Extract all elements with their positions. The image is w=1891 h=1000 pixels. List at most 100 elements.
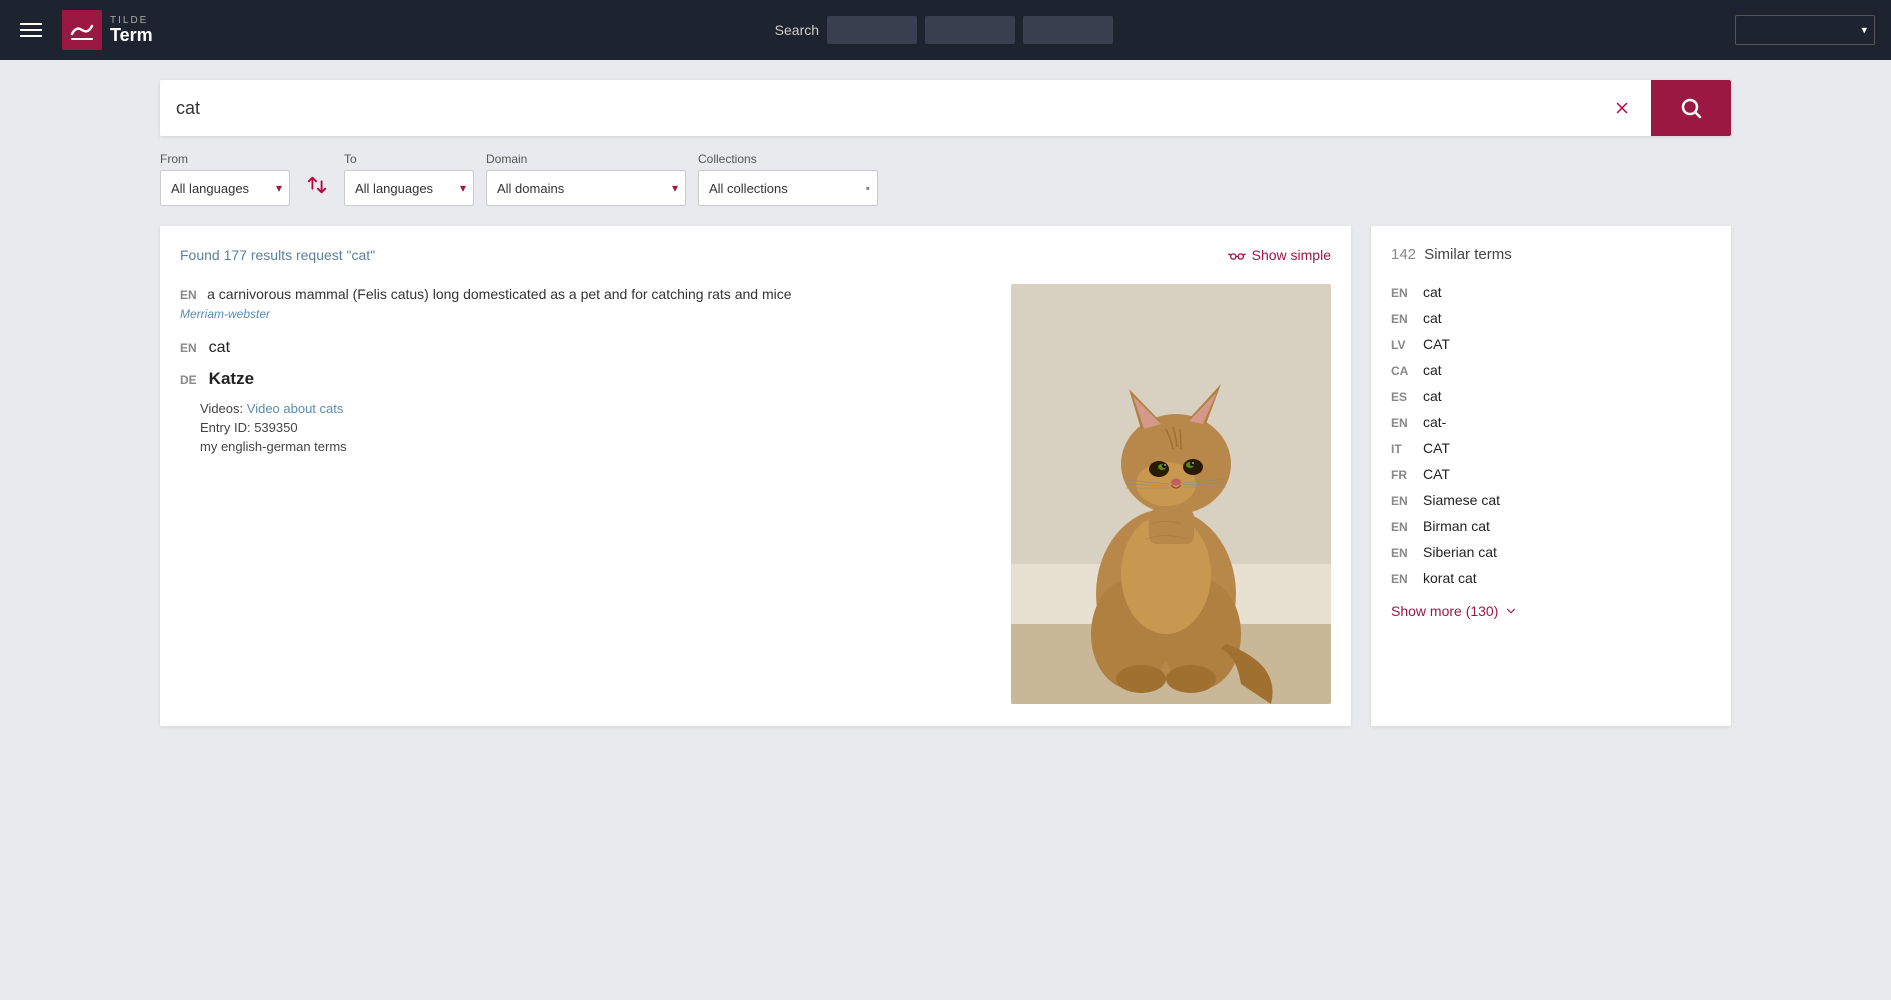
definition-text: a carnivorous mammal (Felis catus) long … xyxy=(207,286,791,302)
similar-lang: EN xyxy=(1391,546,1415,560)
to-label: To xyxy=(344,152,474,166)
filters-row: From All languages To All languages Doma… xyxy=(160,152,1731,206)
meta-section: Videos: Video about cats Entry ID: 53935… xyxy=(180,401,991,454)
definition-source[interactable]: Merriam-webster xyxy=(180,307,270,321)
similar-term: CAT xyxy=(1423,466,1450,482)
similar-lang: FR xyxy=(1391,468,1415,482)
header-search-label: Search xyxy=(775,22,819,38)
header-search-area: Search xyxy=(169,16,1719,44)
similar-item[interactable]: EN Birman cat xyxy=(1391,513,1711,539)
logo: TILDE Term xyxy=(62,10,153,50)
search-clear-button[interactable] xyxy=(1609,95,1635,121)
similar-item[interactable]: IT CAT xyxy=(1391,435,1711,461)
from-filter: From All languages xyxy=(160,152,290,206)
collection-name: my english-german terms xyxy=(200,439,347,454)
from-label: From xyxy=(160,152,290,166)
search-input-wrapper xyxy=(160,80,1651,136)
header-search-box-1 xyxy=(827,16,917,44)
term-lang-de: DE xyxy=(180,373,197,387)
similar-item[interactable]: EN Siberian cat xyxy=(1391,539,1711,565)
header-search-box-2 xyxy=(925,16,1015,44)
similar-count: 142 xyxy=(1391,246,1416,263)
domain-filter: Domain All domains xyxy=(486,152,686,206)
similar-lang: EN xyxy=(1391,494,1415,508)
similar-term: cat- xyxy=(1423,414,1446,430)
to-select[interactable]: All languages xyxy=(344,170,474,206)
show-more-button[interactable]: Show more (130) xyxy=(1391,603,1518,619)
similar-lang: EN xyxy=(1391,572,1415,586)
term-row-en: EN cat xyxy=(180,339,991,357)
similar-title: 142 Similar terms xyxy=(1391,246,1711,263)
similar-lang: EN xyxy=(1391,312,1415,326)
cat-illustration xyxy=(1011,284,1331,704)
similar-lang: LV xyxy=(1391,338,1415,352)
similar-item[interactable]: CA cat xyxy=(1391,357,1711,383)
similar-term: cat xyxy=(1423,362,1442,378)
similar-lang: ES xyxy=(1391,390,1415,404)
cat-image xyxy=(1011,284,1331,704)
similar-term: Siamese cat xyxy=(1423,492,1500,508)
search-button[interactable] xyxy=(1651,80,1731,136)
search-icon xyxy=(1679,96,1703,120)
from-select-wrapper: All languages xyxy=(160,170,290,206)
term-text-de: Katze xyxy=(209,369,254,389)
collections-select[interactable]: All collections xyxy=(698,170,878,206)
logo-box xyxy=(62,10,102,50)
show-more-label: Show more (130) xyxy=(1391,603,1498,619)
similar-lang: EN xyxy=(1391,520,1415,534)
collections-filter: Collections All collections ▪ xyxy=(698,152,878,206)
header-search-box-3 xyxy=(1023,16,1113,44)
similar-item[interactable]: EN cat xyxy=(1391,279,1711,305)
glasses-icon xyxy=(1228,246,1246,264)
entry-id-value: 539350 xyxy=(254,420,297,435)
to-select-wrapper: All languages xyxy=(344,170,474,206)
similar-item[interactable]: EN cat- xyxy=(1391,409,1711,435)
show-simple-label: Show simple xyxy=(1252,247,1331,263)
similar-title-text: Similar terms xyxy=(1424,246,1512,263)
language-dropdown[interactable] xyxy=(1735,15,1875,45)
similar-item[interactable]: EN cat xyxy=(1391,305,1711,331)
to-filter: To All languages xyxy=(344,152,474,206)
entry-text: EN a carnivorous mammal (Felis catus) lo… xyxy=(180,284,991,704)
logo-tilde-label: TILDE xyxy=(110,15,153,26)
similar-item[interactable]: FR CAT xyxy=(1391,461,1711,487)
entry-content: EN a carnivorous mammal (Felis catus) lo… xyxy=(180,284,1331,704)
menu-icon[interactable] xyxy=(16,19,46,41)
similar-term: Birman cat xyxy=(1423,518,1490,534)
term-lang-en: EN xyxy=(180,341,197,355)
videos-row: Videos: Video about cats xyxy=(200,401,991,416)
term-text-en: cat xyxy=(209,339,230,357)
tilde-logo-icon xyxy=(68,16,96,44)
similar-item[interactable]: ES cat xyxy=(1391,383,1711,409)
header: TILDE Term Search ▾ xyxy=(0,0,1891,60)
clear-icon xyxy=(1613,99,1631,117)
logo-text: TILDE Term xyxy=(110,15,153,46)
entry-id-label: Entry ID: xyxy=(200,420,251,435)
videos-label: Videos: xyxy=(200,401,243,416)
similar-term: korat cat xyxy=(1423,570,1477,586)
similar-items-list: EN cat EN cat LV CAT CA cat ES cat xyxy=(1391,279,1711,591)
similar-lang: EN xyxy=(1391,286,1415,300)
similar-item[interactable]: EN Siamese cat xyxy=(1391,487,1711,513)
similar-lang: CA xyxy=(1391,364,1415,378)
collections-label: Collections xyxy=(698,152,878,166)
show-simple-button[interactable]: Show simple xyxy=(1228,246,1331,264)
similar-item[interactable]: EN korat cat xyxy=(1391,565,1711,591)
search-bar xyxy=(160,80,1731,136)
domain-label: Domain xyxy=(486,152,686,166)
term-row-de: DE Katze xyxy=(180,369,991,389)
chevron-down-icon xyxy=(1504,604,1518,618)
similar-item[interactable]: LV CAT xyxy=(1391,331,1711,357)
header-right: ▾ xyxy=(1735,15,1875,45)
from-select[interactable]: All languages xyxy=(160,170,290,206)
search-input[interactable] xyxy=(176,98,1609,119)
similar-lang: EN xyxy=(1391,416,1415,430)
similar-lang: IT xyxy=(1391,442,1415,456)
logo-term-label: Term xyxy=(110,26,153,46)
similar-term: cat xyxy=(1423,310,1442,326)
domain-select[interactable]: All domains xyxy=(486,170,686,206)
swap-icon[interactable] xyxy=(302,170,332,205)
video-link[interactable]: Video about cats xyxy=(247,401,344,416)
similar-term: CAT xyxy=(1423,440,1450,456)
similar-term: Siberian cat xyxy=(1423,544,1497,560)
